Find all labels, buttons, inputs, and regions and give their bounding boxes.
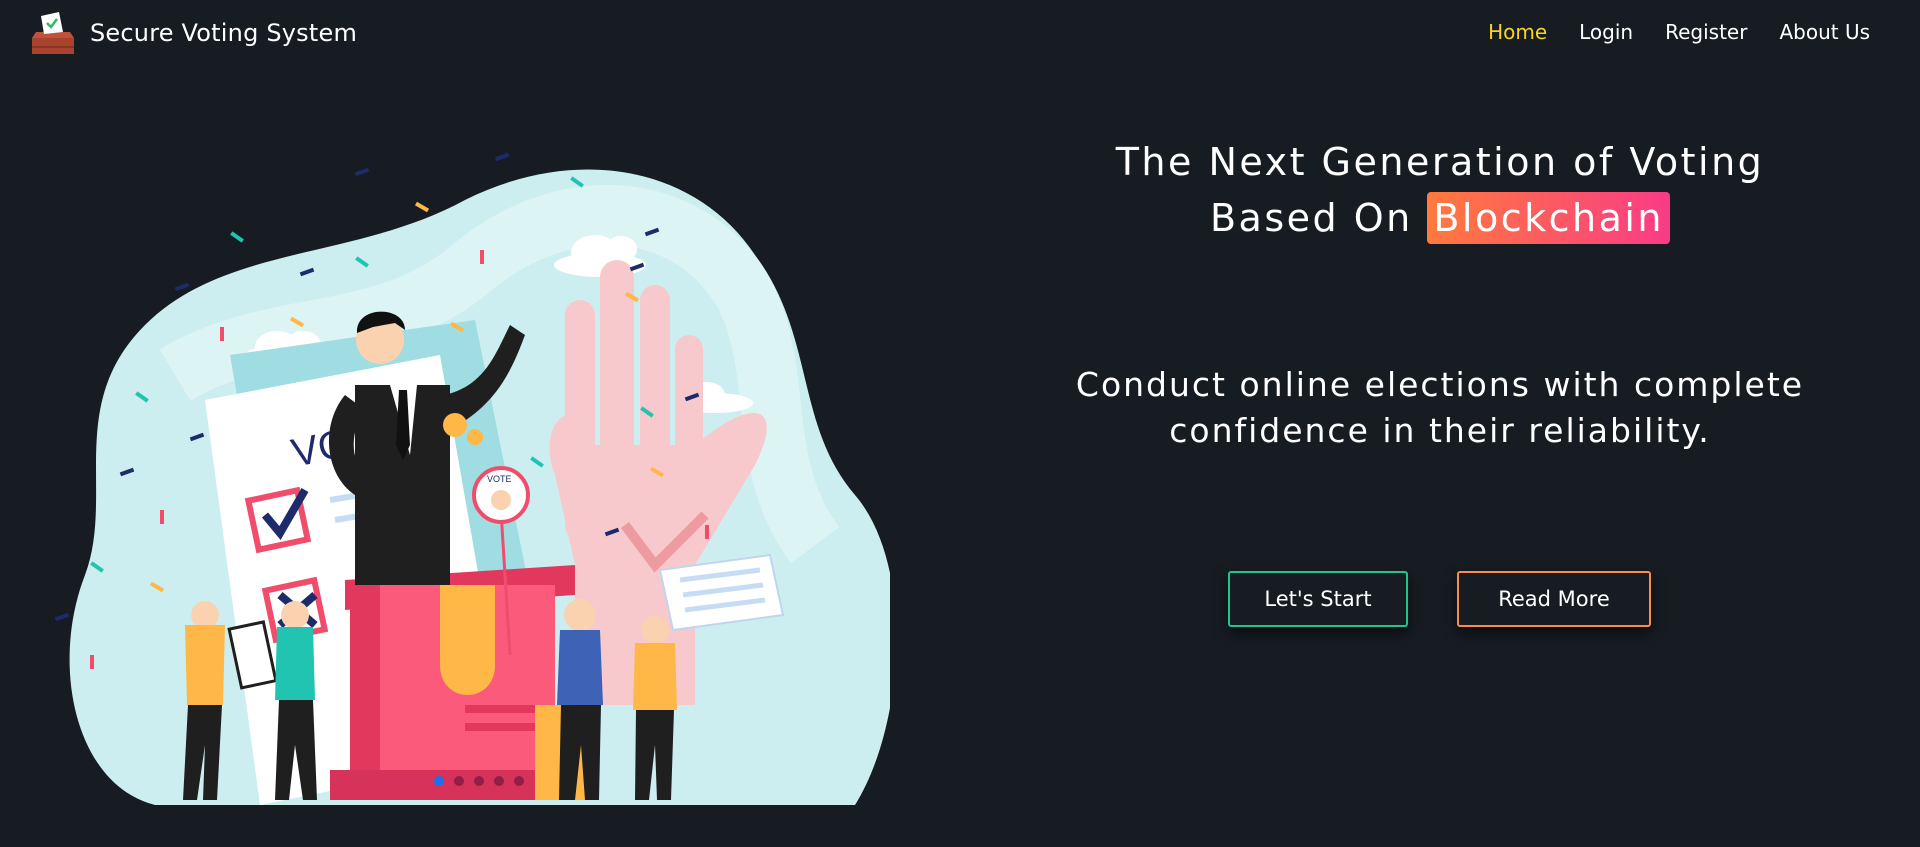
vote-sign-text: VOTE	[487, 474, 512, 484]
hero-subtitle: Conduct online elections with complete c…	[1040, 362, 1840, 454]
nav-login-link[interactable]: Login	[1579, 20, 1633, 44]
nav-home-link[interactable]: Home	[1488, 20, 1547, 44]
hero-subtitle-line1: Conduct online elections with complete	[1075, 365, 1805, 404]
carousel-dot[interactable]	[514, 776, 524, 786]
hero-title: The Next Generation of Voting Based On B…	[1040, 134, 1840, 246]
ballot-box-icon	[32, 12, 74, 54]
hero-heading: The Next Generation of Voting Based On B…	[1040, 134, 1840, 246]
carousel-dots	[434, 776, 534, 786]
hero-title-highlight: Blockchain	[1427, 192, 1670, 244]
lets-start-button[interactable]: Let's Start	[1228, 571, 1408, 627]
hero-illustration: VOTE	[55, 145, 890, 815]
podium	[330, 565, 590, 800]
navbar: Secure Voting System Home Login Register…	[0, 0, 1920, 70]
brand[interactable]: Secure Voting System	[30, 10, 357, 56]
carousel-dot[interactable]	[454, 776, 464, 786]
brand-name: Secure Voting System	[90, 19, 358, 47]
carousel-dot[interactable]	[474, 776, 484, 786]
nav-links: Home Login Register About Us	[1456, 20, 1870, 44]
nav-about-link[interactable]: About Us	[1779, 20, 1870, 44]
nav-register-link[interactable]: Register	[1665, 20, 1747, 44]
voting-illustration: VOTE	[55, 152, 890, 805]
read-more-button[interactable]: Read More	[1457, 571, 1651, 627]
hero-title-line1: The Next Generation of Voting	[1115, 140, 1765, 184]
carousel-dot[interactable]	[434, 776, 444, 786]
carousel-dot[interactable]	[494, 776, 504, 786]
hero-subtitle-line2: confidence in their reliability.	[1169, 411, 1711, 450]
hero-title-line2-prefix: Based On	[1209, 196, 1413, 240]
